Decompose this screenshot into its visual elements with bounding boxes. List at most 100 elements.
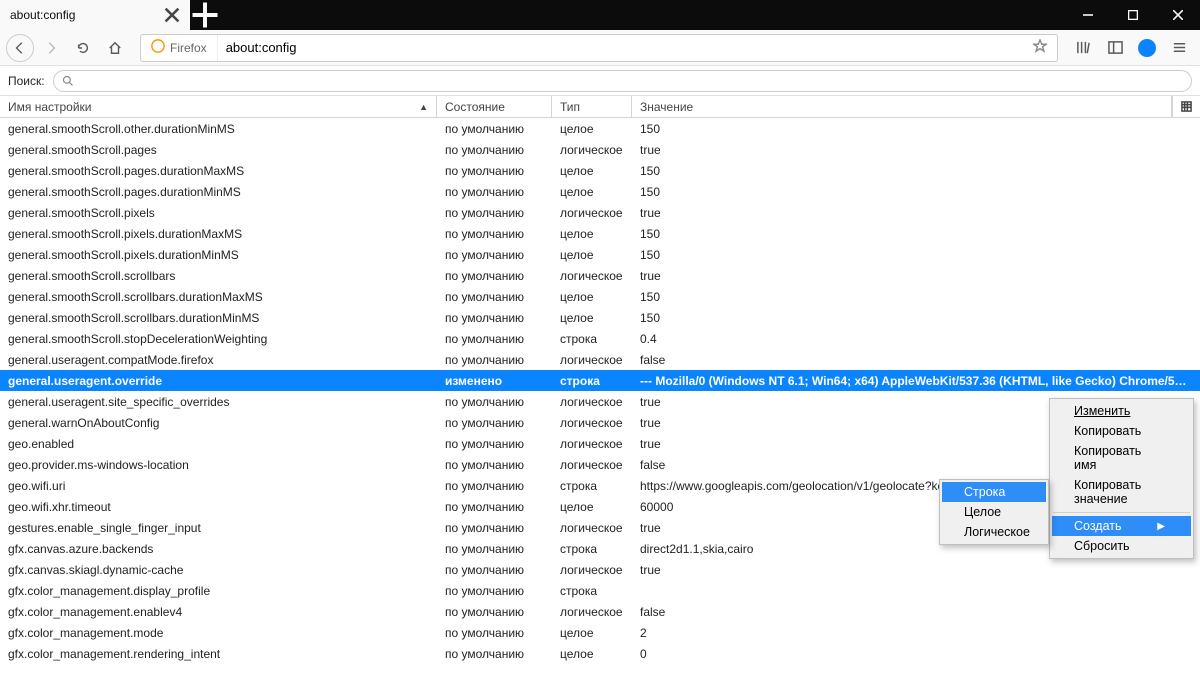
pref-type: логическое <box>552 563 632 577</box>
pref-name: general.smoothScroll.pixels.durationMaxM… <box>0 227 437 241</box>
pref-name: general.smoothScroll.pixels.durationMinM… <box>0 248 437 262</box>
column-header-name[interactable]: Имя настройки ▲ <box>0 96 437 117</box>
pref-value: true <box>632 206 1200 220</box>
pref-row[interactable]: general.useragent.site_specific_override… <box>0 391 1200 412</box>
url-input[interactable] <box>218 40 1023 55</box>
window-minimize-button[interactable] <box>1065 0 1110 30</box>
home-button[interactable] <box>100 33 130 63</box>
share-button[interactable] <box>1132 33 1162 63</box>
pref-value: --- Mozilla/0 (Windows NT 6.1; Win64; x6… <box>632 374 1200 388</box>
pref-value: true <box>632 269 1200 283</box>
pref-state: по умолчанию <box>437 311 552 325</box>
sidebar-button[interactable] <box>1100 33 1130 63</box>
pref-row[interactable]: general.smoothScroll.scrollbars.duration… <box>0 286 1200 307</box>
column-picker-icon[interactable] <box>1172 96 1200 117</box>
pref-value: true <box>632 143 1200 157</box>
pref-table-header: Имя настройки ▲ Состояние Тип Значение <box>0 96 1200 118</box>
pref-row[interactable]: general.smoothScroll.stopDecelerationWei… <box>0 328 1200 349</box>
ctx-reset[interactable]: Сбросить <box>1052 536 1191 556</box>
pref-value: true <box>632 563 1200 577</box>
pref-row[interactable]: general.smoothScroll.pages.durationMaxMS… <box>0 160 1200 181</box>
tab-close-icon[interactable] <box>164 7 180 23</box>
pref-table-body: general.smoothScroll.other.durationMinMS… <box>0 118 1200 664</box>
pref-type: целое <box>552 311 632 325</box>
pref-state: по умолчанию <box>437 626 552 640</box>
url-bar[interactable]: Firefox <box>140 34 1058 62</box>
submenu-arrow-icon: ▶ <box>1157 521 1165 532</box>
pref-state: по умолчанию <box>437 458 552 472</box>
pref-name: general.useragent.compatMode.firefox <box>0 353 437 367</box>
pref-type: строка <box>552 542 632 556</box>
window-maximize-button[interactable] <box>1110 0 1155 30</box>
pref-row[interactable]: general.smoothScroll.pages.durationMinMS… <box>0 181 1200 202</box>
pref-name: gfx.canvas.skiagl.dynamic-cache <box>0 563 437 577</box>
new-tab-button[interactable] <box>190 0 220 30</box>
ctx-create-string[interactable]: Строка <box>942 482 1046 502</box>
browser-tab[interactable]: about:config <box>0 0 190 30</box>
firefox-icon <box>151 39 165 56</box>
pref-type: логическое <box>552 395 632 409</box>
pref-type: целое <box>552 122 632 136</box>
pref-row[interactable]: gfx.color_management.modeпо умолчаниюцел… <box>0 622 1200 643</box>
pref-name: general.smoothScroll.scrollbars.duration… <box>0 290 437 304</box>
bookmark-star-icon[interactable] <box>1023 39 1057 56</box>
app-menu-button[interactable] <box>1164 33 1194 63</box>
pref-type: строка <box>552 374 632 388</box>
pref-state: по умолчанию <box>437 395 552 409</box>
reload-button[interactable] <box>68 33 98 63</box>
pref-row[interactable]: geo.provider.ms-windows-locationпо умолч… <box>0 454 1200 475</box>
pref-value: 150 <box>632 248 1200 262</box>
pref-type: целое <box>552 227 632 241</box>
pref-value: 150 <box>632 185 1200 199</box>
pref-row[interactable]: general.smoothScroll.pixelsпо умолчаниюл… <box>0 202 1200 223</box>
pref-state: по умолчанию <box>437 143 552 157</box>
pref-row[interactable]: general.smoothScroll.other.durationMinMS… <box>0 118 1200 139</box>
back-button[interactable] <box>6 34 34 62</box>
pref-row[interactable]: general.smoothScroll.pixels.durationMaxM… <box>0 223 1200 244</box>
identity-box[interactable]: Firefox <box>141 35 218 61</box>
ctx-create[interactable]: Создать▶ <box>1052 516 1191 536</box>
column-header-value[interactable]: Значение <box>632 96 1172 117</box>
pref-row[interactable]: general.smoothScroll.pagesпо умолчаниюло… <box>0 139 1200 160</box>
window-titlebar: about:config <box>0 0 1200 30</box>
pref-value: 150 <box>632 290 1200 304</box>
search-input[interactable] <box>53 70 1192 92</box>
pref-row[interactable]: gfx.color_management.display_profileпо у… <box>0 580 1200 601</box>
pref-state: по умолчанию <box>437 521 552 535</box>
ctx-create-boolean[interactable]: Логическое <box>942 522 1046 542</box>
pref-type: целое <box>552 248 632 262</box>
pref-row[interactable]: general.useragent.compatMode.firefoxпо у… <box>0 349 1200 370</box>
pref-row[interactable]: gfx.canvas.skiagl.dynamic-cacheпо умолча… <box>0 559 1200 580</box>
library-button[interactable] <box>1068 33 1098 63</box>
ctx-create-integer[interactable]: Целое <box>942 502 1046 522</box>
search-label: Поиск: <box>8 74 45 88</box>
pref-value: false <box>632 605 1200 619</box>
pref-value: 2 <box>632 626 1200 640</box>
pref-row[interactable]: gfx.color_management.rendering_intentпо … <box>0 643 1200 664</box>
ctx-copy-value[interactable]: Копировать значение <box>1052 475 1191 509</box>
pref-name: geo.wifi.uri <box>0 479 437 493</box>
pref-row[interactable]: general.smoothScroll.scrollbars.duration… <box>0 307 1200 328</box>
pref-state: по умолчанию <box>437 647 552 661</box>
column-header-state[interactable]: Состояние <box>437 96 552 117</box>
pref-type: целое <box>552 626 632 640</box>
pref-type: целое <box>552 500 632 514</box>
pref-row[interactable]: gfx.color_management.enablev4по умолчани… <box>0 601 1200 622</box>
ctx-copy[interactable]: Копировать <box>1052 421 1191 441</box>
pref-state: по умолчанию <box>437 437 552 451</box>
pref-row[interactable]: general.useragent.overrideизмененострока… <box>0 370 1200 391</box>
ctx-modify[interactable]: Изменить <box>1052 401 1191 421</box>
pref-row[interactable]: general.warnOnAboutConfigпо умолчаниюлог… <box>0 412 1200 433</box>
ctx-copy-name[interactable]: Копировать имя <box>1052 441 1191 475</box>
pref-type: целое <box>552 185 632 199</box>
pref-name: general.smoothScroll.pages.durationMaxMS <box>0 164 437 178</box>
pref-type: логическое <box>552 437 632 451</box>
pref-row[interactable]: general.smoothScroll.pixels.durationMinM… <box>0 244 1200 265</box>
pref-row[interactable]: general.smoothScroll.scrollbarsпо умолча… <box>0 265 1200 286</box>
pref-row[interactable]: geo.enabledпо умолчаниюлогическоеtrue <box>0 433 1200 454</box>
pref-state: по умолчанию <box>437 185 552 199</box>
pref-name: general.smoothScroll.other.durationMinMS <box>0 122 437 136</box>
forward-button[interactable] <box>36 33 66 63</box>
window-close-button[interactable] <box>1155 0 1200 30</box>
column-header-type[interactable]: Тип <box>552 96 632 117</box>
